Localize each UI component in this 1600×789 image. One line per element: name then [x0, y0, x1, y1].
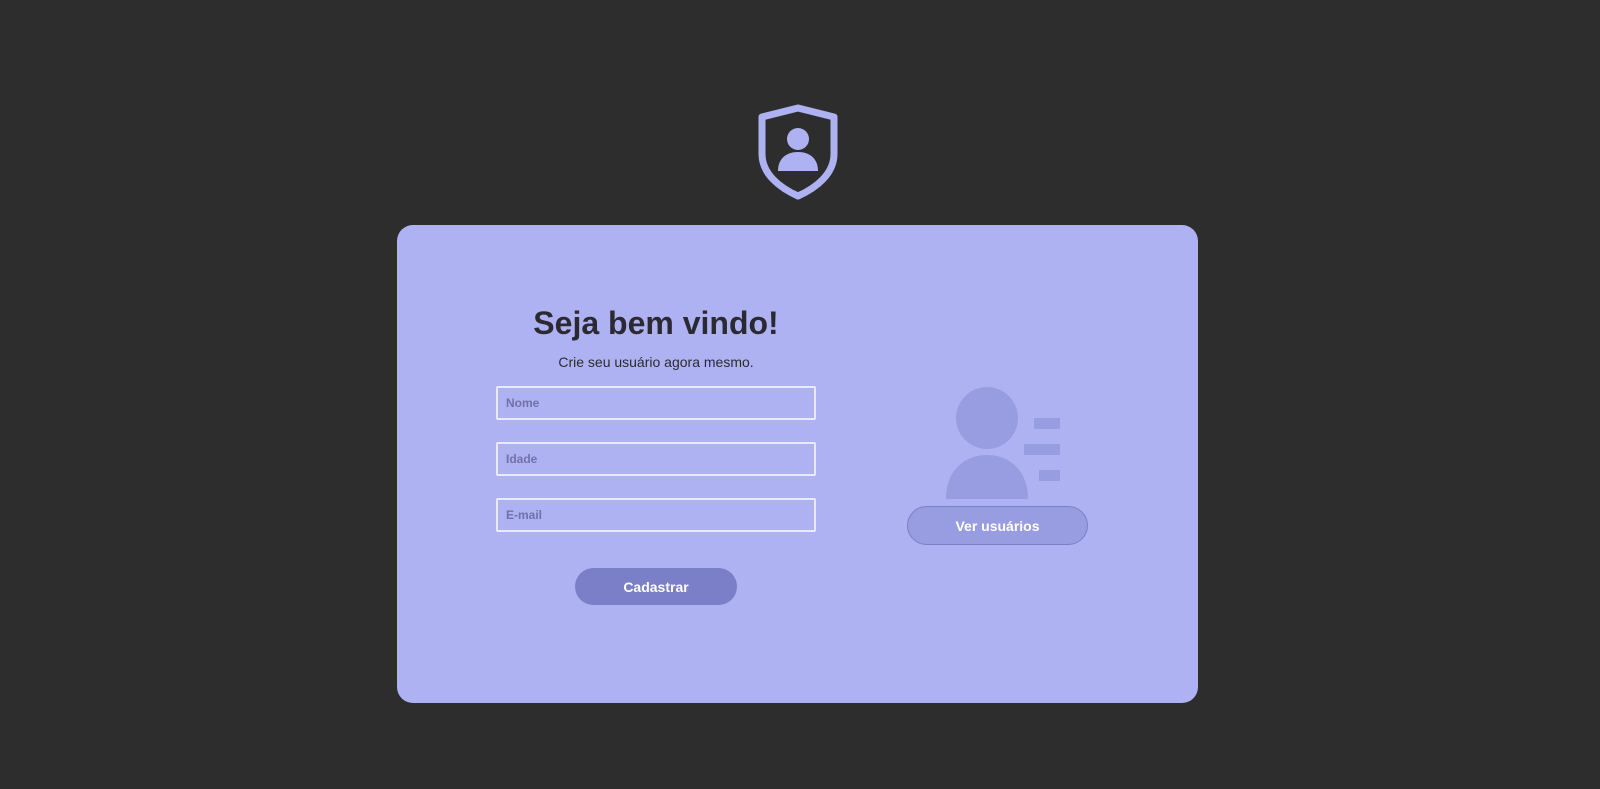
view-users-button[interactable]: Ver usuários — [907, 506, 1088, 545]
age-input[interactable] — [496, 442, 816, 476]
user-list-icon — [946, 387, 1060, 499]
register-button[interactable]: Cadastrar — [575, 568, 737, 605]
signup-card: Seja bem vindo! Crie seu usuário agora m… — [397, 225, 1198, 703]
email-input[interactable] — [496, 498, 816, 532]
name-input[interactable] — [496, 386, 816, 420]
shield-user-icon — [756, 104, 840, 200]
signup-form: Seja bem vindo! Crie seu usuário agora m… — [496, 303, 816, 605]
page-subtitle: Crie seu usuário agora mesmo. — [558, 354, 754, 370]
page-title: Seja bem vindo! — [533, 305, 779, 341]
